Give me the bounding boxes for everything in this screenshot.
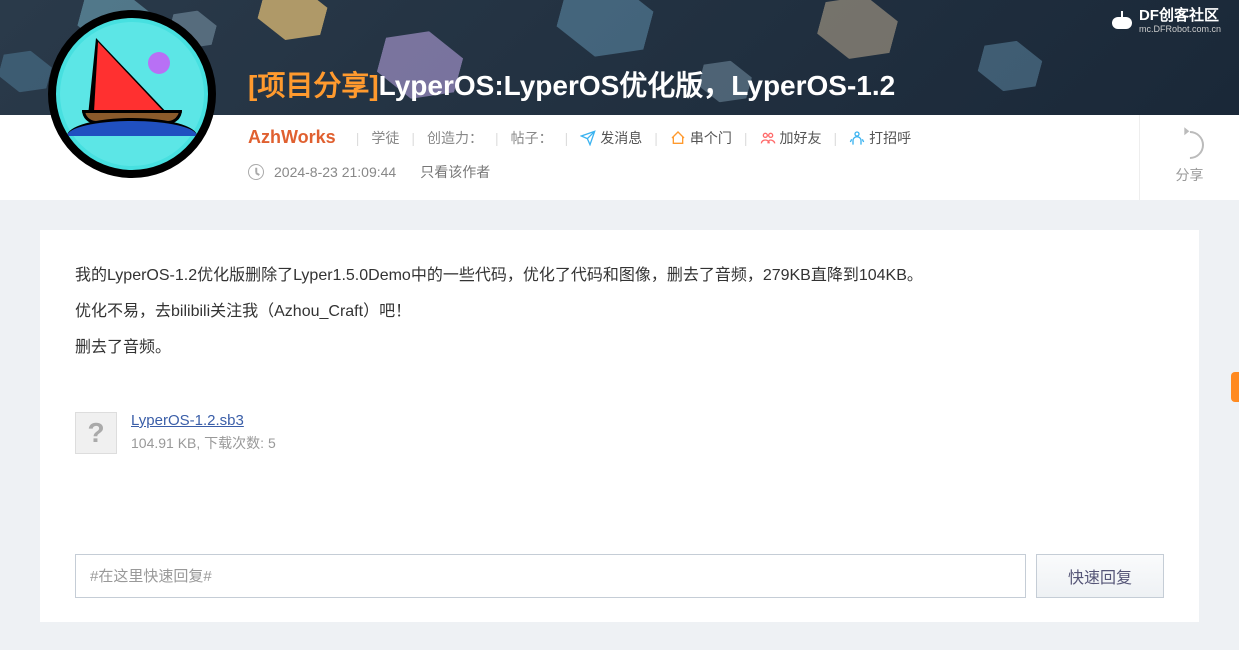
friends-icon [760, 130, 776, 146]
posts-label: 帖子： [511, 128, 553, 148]
attachment-block: ? LyperOS-1.2.sb3 104.91 KB, 下载次数: 5 [75, 412, 1164, 454]
post-content: 我的LyperOS-1.2优化版删除了Lyper1.5.0Demo中的一些代码，… [40, 230, 1199, 622]
author-avatar[interactable] [48, 10, 216, 178]
share-icon [1170, 125, 1210, 165]
share-label: 分享 [1176, 165, 1204, 185]
greet-link[interactable]: 打招呼 [849, 128, 911, 148]
body-line: 优化不易，去bilibili关注我（Azhou_Craft）吧！ [75, 296, 1164, 328]
house-icon [670, 130, 686, 146]
brand-url: mc.DFRobot.com.cn [1139, 25, 1221, 34]
reply-button[interactable]: 快速回复 [1036, 554, 1164, 598]
visit-profile-link[interactable]: 串个门 [670, 128, 732, 148]
body-line: 删去了音频。 [75, 332, 1164, 364]
clock-icon [248, 164, 264, 180]
send-icon [580, 130, 596, 146]
post-meta: AzhWorks | 学徒 | 创造力： | 帖子： | 发消息 | 串个门 |… [248, 115, 1139, 200]
post-category: [项目分享] [248, 70, 379, 101]
post-timestamp: 2024-8-23 21:09:44 [274, 164, 396, 180]
add-friend-link[interactable]: 加好友 [760, 128, 822, 148]
creativity-label: 创造力： [427, 128, 483, 148]
post-body: 我的LyperOS-1.2优化版删除了Lyper1.5.0Demo中的一些代码，… [75, 260, 1164, 364]
scroll-indicator [1231, 372, 1239, 402]
post-info-bar: AzhWorks | 学徒 | 创造力： | 帖子： | 发消息 | 串个门 |… [0, 115, 1239, 200]
robot-icon [1111, 13, 1133, 29]
post-title-text: LyperOS:LyperOS优化版，LyperOS-1.2 [379, 70, 896, 101]
only-author-link[interactable]: 只看该作者 [420, 162, 490, 182]
site-logo[interactable]: DF创客社区 mc.DFRobot.com.cn [1111, 8, 1221, 34]
quick-reply-bar: 快速回复 [75, 554, 1164, 598]
attachment-meta: 104.91 KB, 下载次数: 5 [131, 433, 276, 453]
share-button[interactable]: 分享 [1139, 115, 1239, 200]
brand-name: DF创客社区 [1139, 8, 1221, 23]
file-icon: ? [75, 412, 117, 454]
author-name[interactable]: AzhWorks [248, 127, 336, 148]
post-title: [项目分享]LyperOS:LyperOS优化版，LyperOS-1.2 [248, 64, 895, 104]
send-message-link[interactable]: 发消息 [580, 128, 642, 148]
author-rank: 学徒 [371, 128, 399, 148]
attachment-link[interactable]: LyperOS-1.2.sb3 [131, 412, 276, 429]
wave-icon [849, 130, 865, 146]
body-line: 我的LyperOS-1.2优化版删除了Lyper1.5.0Demo中的一些代码，… [75, 260, 1164, 292]
reply-input[interactable] [75, 554, 1026, 598]
